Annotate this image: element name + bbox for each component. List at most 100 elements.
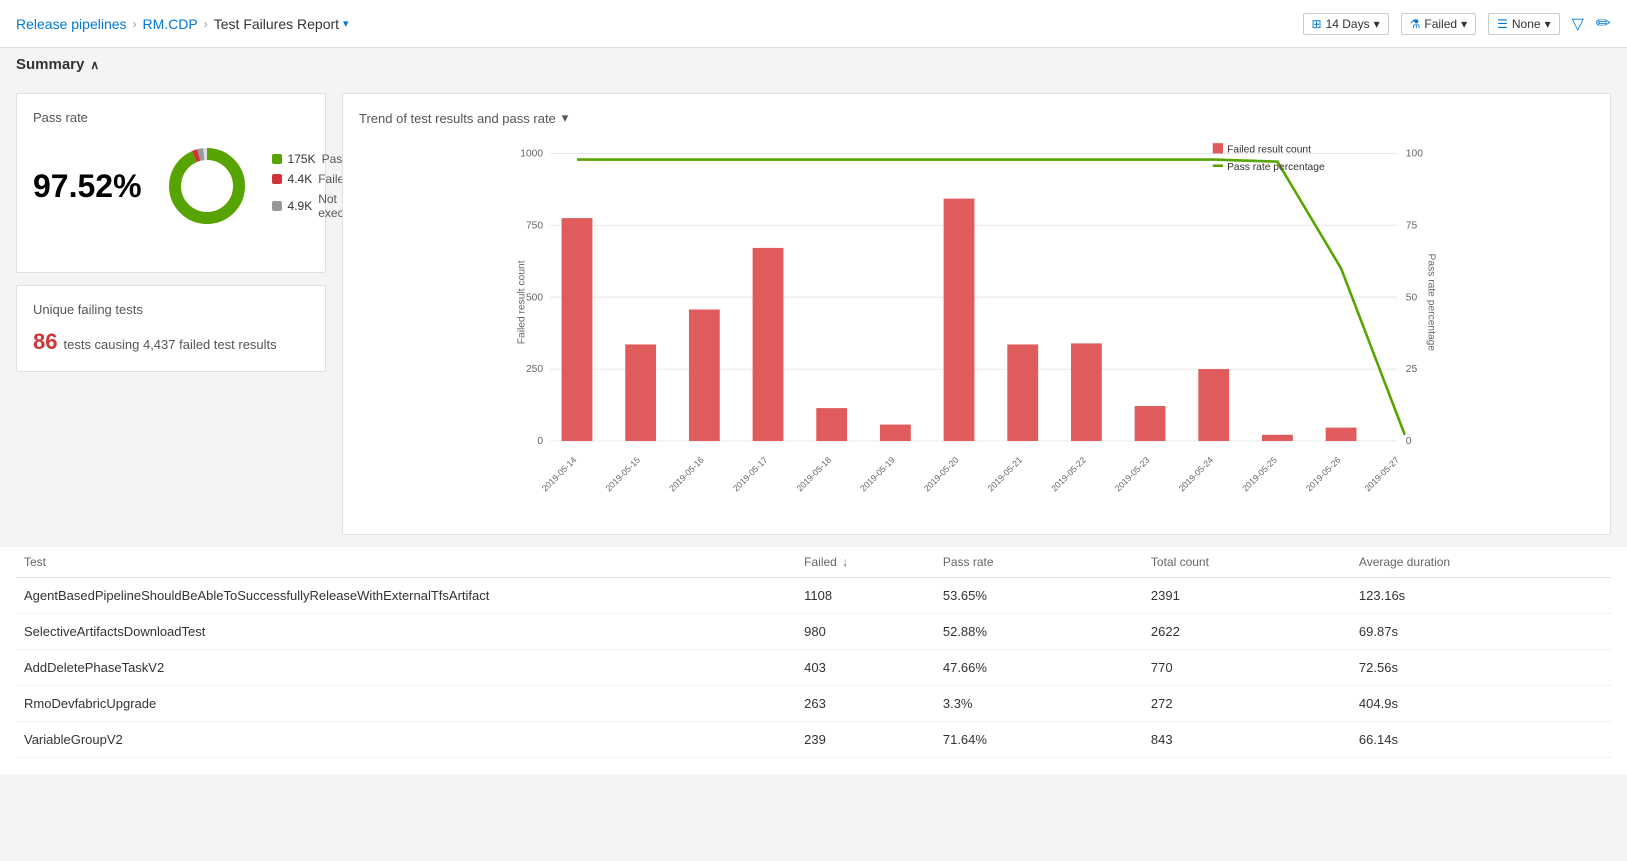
chart-legend-failed-box xyxy=(1213,143,1223,153)
flask-icon: ⚗ xyxy=(1410,17,1421,31)
cell-failed: 263 xyxy=(796,686,935,722)
bar-7[interactable] xyxy=(1007,344,1038,441)
bar-0[interactable] xyxy=(562,218,593,441)
unique-tests-description: tests causing 4,437 failed test results xyxy=(63,337,276,352)
cell-avgduration: 66.14s xyxy=(1351,722,1611,758)
cell-test: SelectiveArtifactsDownloadTest xyxy=(16,614,796,650)
outcome-filter-button[interactable]: ⚗ Failed ▾ xyxy=(1401,13,1476,35)
svg-text:2019-05-27: 2019-05-27 xyxy=(1362,455,1401,494)
cell-avgduration: 123.16s xyxy=(1351,578,1611,614)
svg-text:25: 25 xyxy=(1406,364,1418,375)
table-row[interactable]: AddDeletePhaseTaskV2 403 47.66% 770 72.5… xyxy=(16,650,1611,686)
cell-failed: 403 xyxy=(796,650,935,686)
svg-text:2019-05-18: 2019-05-18 xyxy=(794,455,833,494)
bar-1[interactable] xyxy=(625,344,656,441)
cell-avgduration: 69.87s xyxy=(1351,614,1611,650)
th-test[interactable]: Test xyxy=(16,547,796,578)
breadcrumb-part2[interactable]: RM.CDP xyxy=(143,16,198,32)
bar-3[interactable] xyxy=(753,248,784,441)
svg-text:0: 0 xyxy=(1406,436,1412,447)
failed-count: 4.4K xyxy=(288,172,313,186)
bar-6[interactable] xyxy=(944,199,975,441)
svg-text:0: 0 xyxy=(537,436,543,447)
toolbar: ⊞ 14 Days ▾ ⚗ Failed ▾ ☰ None ▾ ▽ ✏ xyxy=(1303,13,1612,35)
unique-tests-card: Unique failing tests 86tests causing 4,4… xyxy=(16,285,326,372)
left-cards: Pass rate 97.52% 175K xyxy=(16,93,326,535)
group-chevron-icon: ▾ xyxy=(1545,17,1551,31)
breadcrumb-part3[interactable]: Test Failures Report ▾ xyxy=(214,16,349,32)
table-row[interactable]: VariableGroupV2 239 71.64% 843 66.14s xyxy=(16,722,1611,758)
table-row[interactable]: RmoDevfabricUpgrade 263 3.3% 272 404.9s xyxy=(16,686,1611,722)
bar-8[interactable] xyxy=(1071,343,1102,441)
cell-avgduration: 72.56s xyxy=(1351,650,1611,686)
table-header: Test Failed ↓ Pass rate Total count Aver… xyxy=(16,547,1611,578)
svg-text:2019-05-17: 2019-05-17 xyxy=(731,455,770,494)
cell-test: RmoDevfabricUpgrade xyxy=(16,686,796,722)
bar-10[interactable] xyxy=(1198,369,1229,441)
cell-total: 2622 xyxy=(1143,614,1351,650)
svg-text:250: 250 xyxy=(526,364,543,375)
cell-total: 770 xyxy=(1143,650,1351,686)
th-total[interactable]: Total count xyxy=(1143,547,1351,578)
breadcrumb-chevron-icon: ▾ xyxy=(343,17,349,30)
calendar-icon: ⊞ xyxy=(1312,17,1322,31)
cell-total: 2391 xyxy=(1143,578,1351,614)
passed-dot xyxy=(272,154,282,164)
svg-text:2019-05-14: 2019-05-14 xyxy=(540,455,579,494)
svg-text:100: 100 xyxy=(1406,148,1423,159)
cell-failed: 1108 xyxy=(796,578,935,614)
trend-chevron-icon: ▾ xyxy=(562,110,569,126)
passed-count: 175K xyxy=(288,152,316,166)
cell-total: 272 xyxy=(1143,686,1351,722)
group-filter-button[interactable]: ☰ None ▾ xyxy=(1488,13,1559,35)
pass-rate-card: Pass rate 97.52% 175K xyxy=(16,93,326,273)
svg-text:2019-05-19: 2019-05-19 xyxy=(858,455,897,494)
bar-5[interactable] xyxy=(880,425,911,441)
edit-icon[interactable]: ✏ xyxy=(1596,13,1611,34)
table-row[interactable]: AgentBasedPipelineShouldBeAbleToSuccessf… xyxy=(16,578,1611,614)
svg-text:50: 50 xyxy=(1406,292,1418,303)
th-failed[interactable]: Failed ↓ xyxy=(796,547,935,578)
bar-2[interactable] xyxy=(689,310,720,441)
cell-passrate: 52.88% xyxy=(935,614,1143,650)
svg-text:2019-05-25: 2019-05-25 xyxy=(1240,455,1279,494)
summary-header[interactable]: Summary ∧ xyxy=(0,48,1627,81)
trend-card: Trend of test results and pass rate ▾ 10… xyxy=(342,93,1611,535)
data-table: Test Failed ↓ Pass rate Total count Aver… xyxy=(16,547,1611,758)
chart-legend-pass-label: Pass rate percentage xyxy=(1227,162,1325,173)
bar-9[interactable] xyxy=(1135,406,1166,441)
bar-11[interactable] xyxy=(1262,435,1293,441)
summary-section: Pass rate 97.52% 175K xyxy=(0,81,1627,547)
filter-button[interactable]: ▽ xyxy=(1572,14,1584,34)
summary-title: Summary xyxy=(16,56,84,73)
period-label: 14 Days xyxy=(1326,17,1370,31)
group-label: None xyxy=(1512,17,1541,31)
bar-12[interactable] xyxy=(1326,428,1357,441)
svg-text:750: 750 xyxy=(526,220,543,231)
svg-text:2019-05-16: 2019-05-16 xyxy=(667,455,706,494)
cell-avgduration: 404.9s xyxy=(1351,686,1611,722)
svg-text:Failed result count: Failed result count xyxy=(517,260,528,344)
donut-chart xyxy=(162,141,252,231)
th-passrate[interactable]: Pass rate xyxy=(935,547,1143,578)
trend-title[interactable]: Trend of test results and pass rate ▾ xyxy=(359,110,1594,126)
cell-test: AgentBasedPipelineShouldBeAbleToSuccessf… xyxy=(16,578,796,614)
period-filter-button[interactable]: ⊞ 14 Days ▾ xyxy=(1303,13,1389,35)
cell-failed: 980 xyxy=(796,614,935,650)
not-executed-dot xyxy=(272,201,282,211)
unique-tests-title: Unique failing tests xyxy=(33,302,309,317)
cell-failed: 239 xyxy=(796,722,935,758)
chart-legend-failed-label: Failed result count xyxy=(1227,144,1311,155)
breadcrumb-sep2: › xyxy=(204,17,208,31)
unique-tests-text: 86tests causing 4,437 failed test result… xyxy=(33,329,309,355)
svg-text:2019-05-20: 2019-05-20 xyxy=(922,455,961,494)
th-avg[interactable]: Average duration xyxy=(1351,547,1611,578)
top-bar: Release pipelines › RM.CDP › Test Failur… xyxy=(0,0,1627,48)
table-row[interactable]: SelectiveArtifactsDownloadTest 980 52.88… xyxy=(16,614,1611,650)
cell-passrate: 53.65% xyxy=(935,578,1143,614)
bar-4[interactable] xyxy=(816,408,847,441)
breadcrumb-part1[interactable]: Release pipelines xyxy=(16,16,127,32)
cell-total: 843 xyxy=(1143,722,1351,758)
svg-text:1000: 1000 xyxy=(520,148,543,159)
svg-text:2019-05-21: 2019-05-21 xyxy=(986,455,1025,494)
